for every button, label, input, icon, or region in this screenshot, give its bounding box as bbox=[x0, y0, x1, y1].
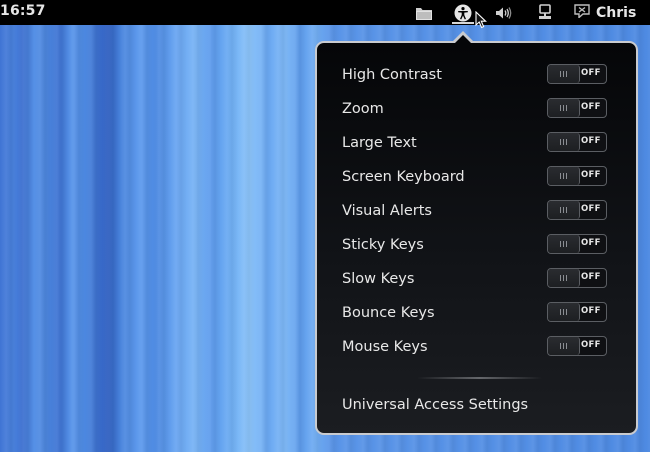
switch-state: OFF bbox=[581, 68, 601, 78]
menu-item-label: Screen Keyboard bbox=[342, 169, 465, 185]
menu-item-label: Sticky Keys bbox=[342, 237, 424, 253]
menu-item-label: Bounce Keys bbox=[342, 305, 435, 321]
menu-separator bbox=[417, 377, 542, 379]
switch-state: OFF bbox=[581, 272, 601, 282]
switch-state: OFF bbox=[581, 170, 601, 180]
menu-item-sticky-keys[interactable]: Sticky Keys OFF bbox=[335, 229, 622, 263]
folder-icon[interactable] bbox=[414, 3, 434, 22]
clock[interactable]: 16:57 bbox=[0, 3, 46, 19]
switch-knob[interactable] bbox=[548, 167, 580, 185]
menu-pointer-fill bbox=[454, 35, 472, 44]
toggle-switch[interactable]: OFF bbox=[547, 234, 607, 254]
switch-knob[interactable] bbox=[548, 201, 580, 219]
active-indicator bbox=[452, 22, 474, 24]
switch-state: OFF bbox=[581, 102, 601, 112]
user-status-icon bbox=[574, 3, 590, 22]
switch-knob[interactable] bbox=[548, 235, 580, 253]
toggle-switch[interactable]: OFF bbox=[547, 302, 607, 322]
menu-item-bounce-keys[interactable]: Bounce Keys OFF bbox=[335, 297, 622, 331]
menu-item-label: High Contrast bbox=[342, 67, 442, 83]
desktop: 16:57 Chris High Contrast OFF Zoom OFF L… bbox=[0, 0, 650, 452]
menu-item-mouse-keys[interactable]: Mouse Keys OFF bbox=[335, 331, 622, 365]
menu-item-label: Zoom bbox=[342, 101, 384, 117]
volume-icon[interactable] bbox=[493, 3, 513, 22]
toggle-switch[interactable]: OFF bbox=[547, 166, 607, 186]
menu-item-visual-alerts[interactable]: Visual Alerts OFF bbox=[335, 195, 622, 229]
user-name: Chris bbox=[596, 4, 637, 21]
switch-state: OFF bbox=[581, 340, 601, 350]
menu-item-label: Mouse Keys bbox=[342, 339, 428, 355]
menu-item-high-contrast[interactable]: High Contrast OFF bbox=[335, 59, 622, 93]
accessibility-menu: High Contrast OFF Zoom OFF Large Text OF… bbox=[315, 41, 638, 435]
menu-item-large-text[interactable]: Large Text OFF bbox=[335, 127, 622, 161]
switch-state: OFF bbox=[581, 238, 601, 248]
switch-state: OFF bbox=[581, 204, 601, 214]
menu-item-slow-keys[interactable]: Slow Keys OFF bbox=[335, 263, 622, 297]
switch-knob[interactable] bbox=[548, 303, 580, 321]
switch-knob[interactable] bbox=[548, 269, 580, 287]
switch-knob[interactable] bbox=[548, 65, 580, 83]
menu-item-label: Visual Alerts bbox=[342, 203, 432, 219]
switch-state: OFF bbox=[581, 306, 601, 316]
menu-item-zoom[interactable]: Zoom OFF bbox=[335, 93, 622, 127]
toggle-switch[interactable]: OFF bbox=[547, 200, 607, 220]
switch-state: OFF bbox=[581, 136, 601, 146]
mouse-pointer-icon bbox=[475, 10, 487, 33]
switch-knob[interactable] bbox=[548, 99, 580, 117]
top-panel: 16:57 Chris bbox=[0, 0, 650, 25]
menu-item-screen-keyboard[interactable]: Screen Keyboard OFF bbox=[335, 161, 622, 195]
menu-item-label: Large Text bbox=[342, 135, 417, 151]
user-menu[interactable]: Chris bbox=[574, 3, 636, 22]
toggle-switch[interactable]: OFF bbox=[547, 132, 607, 152]
switch-knob[interactable] bbox=[548, 337, 580, 355]
toggle-switch[interactable]: OFF bbox=[547, 268, 607, 288]
toggle-switch[interactable]: OFF bbox=[547, 64, 607, 84]
network-icon[interactable] bbox=[536, 3, 554, 22]
universal-access-settings-item[interactable]: Universal Access Settings bbox=[342, 397, 528, 413]
switch-knob[interactable] bbox=[548, 133, 580, 151]
accessibility-icon[interactable] bbox=[451, 3, 475, 22]
menu-item-label: Slow Keys bbox=[342, 271, 415, 287]
toggle-switch[interactable]: OFF bbox=[547, 98, 607, 118]
toggle-switch[interactable]: OFF bbox=[547, 336, 607, 356]
